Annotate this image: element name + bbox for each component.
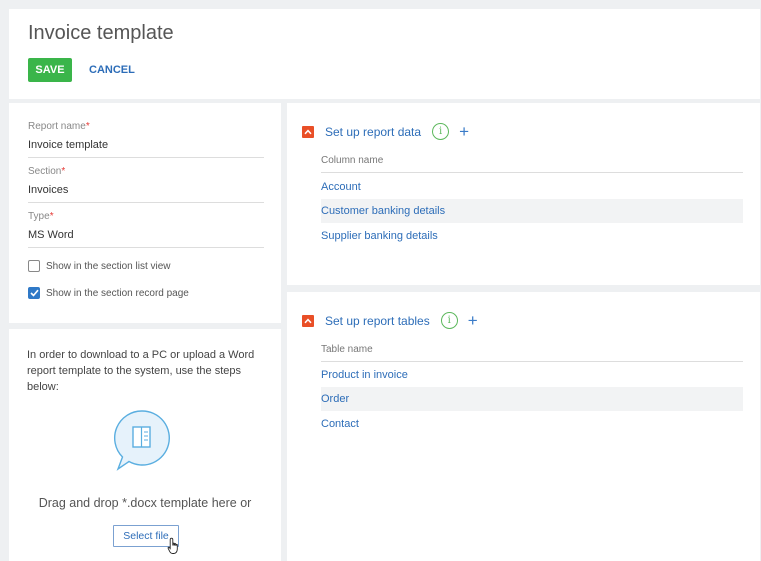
column-name-header: Column name [321,155,743,173]
list-item[interactable]: Contact [321,412,743,436]
header-panel: Invoice template SAVE CANCEL [9,9,760,99]
document-bubble-icon [113,410,170,471]
list-item[interactable]: Product in invoice [321,363,743,387]
show-in-record-page-label: Show in the section record page [46,287,189,299]
report-name-field: Report name* Invoice template [28,121,264,158]
required-mark: * [49,211,54,222]
show-in-list-view-label: Show in the section list view [46,260,171,272]
upload-instructions: In order to download to a PC or upload a… [27,349,255,393]
required-mark: * [85,121,90,132]
hand-pointer-icon [167,537,178,554]
show-in-record-page-option[interactable]: Show in the section record page [28,287,189,299]
page-title: Invoice template [28,22,174,44]
report-settings-panel: Report name* Invoice template Section* I… [9,103,281,323]
info-icon[interactable]: i [440,312,458,329]
report-tables-panel: Set up report tables i + Table name Prod… [287,292,760,561]
list-item[interactable]: Customer banking details [321,199,743,223]
save-button[interactable]: SAVE [28,58,72,82]
list-item[interactable]: Account [321,175,743,199]
report-data-panel: Set up report data i + Column name Accou… [287,103,760,285]
section-input[interactable]: Invoices [28,179,264,203]
type-field: Type* MS Word [28,211,264,248]
show-in-list-view-checkbox[interactable] [28,260,40,272]
table-name-header: Table name [321,344,743,362]
show-in-record-page-checkbox[interactable] [28,287,40,299]
report-tables-header: Set up report tables i + [302,312,478,329]
type-select[interactable]: MS Word [28,224,264,248]
required-mark: * [61,166,66,177]
type-label: Type [28,211,50,222]
checkmark-icon [29,289,39,297]
report-name-label: Report name [28,121,86,132]
info-icon[interactable]: i [432,123,450,140]
plus-icon[interactable]: + [468,312,478,329]
plus-icon[interactable]: + [459,123,469,140]
section-field: Section* Invoices [28,166,264,203]
report-data-title[interactable]: Set up report data [325,125,421,139]
list-item[interactable]: Order [321,387,743,411]
report-data-header: Set up report data i + [302,123,469,140]
chevron-up-icon[interactable] [302,125,314,138]
template-upload-panel: In order to download to a PC or upload a… [9,329,281,561]
drag-drop-hint: Drag and drop *.docx template here or [38,496,252,510]
report-name-input[interactable]: Invoice template [28,134,264,158]
chevron-up-icon[interactable] [302,314,314,327]
cancel-button[interactable]: CANCEL [89,58,135,82]
report-tables-title[interactable]: Set up report tables [325,314,430,328]
section-label: Section [28,166,62,177]
list-item[interactable]: Supplier banking details [321,224,743,248]
show-in-list-view-option[interactable]: Show in the section list view [28,260,171,272]
